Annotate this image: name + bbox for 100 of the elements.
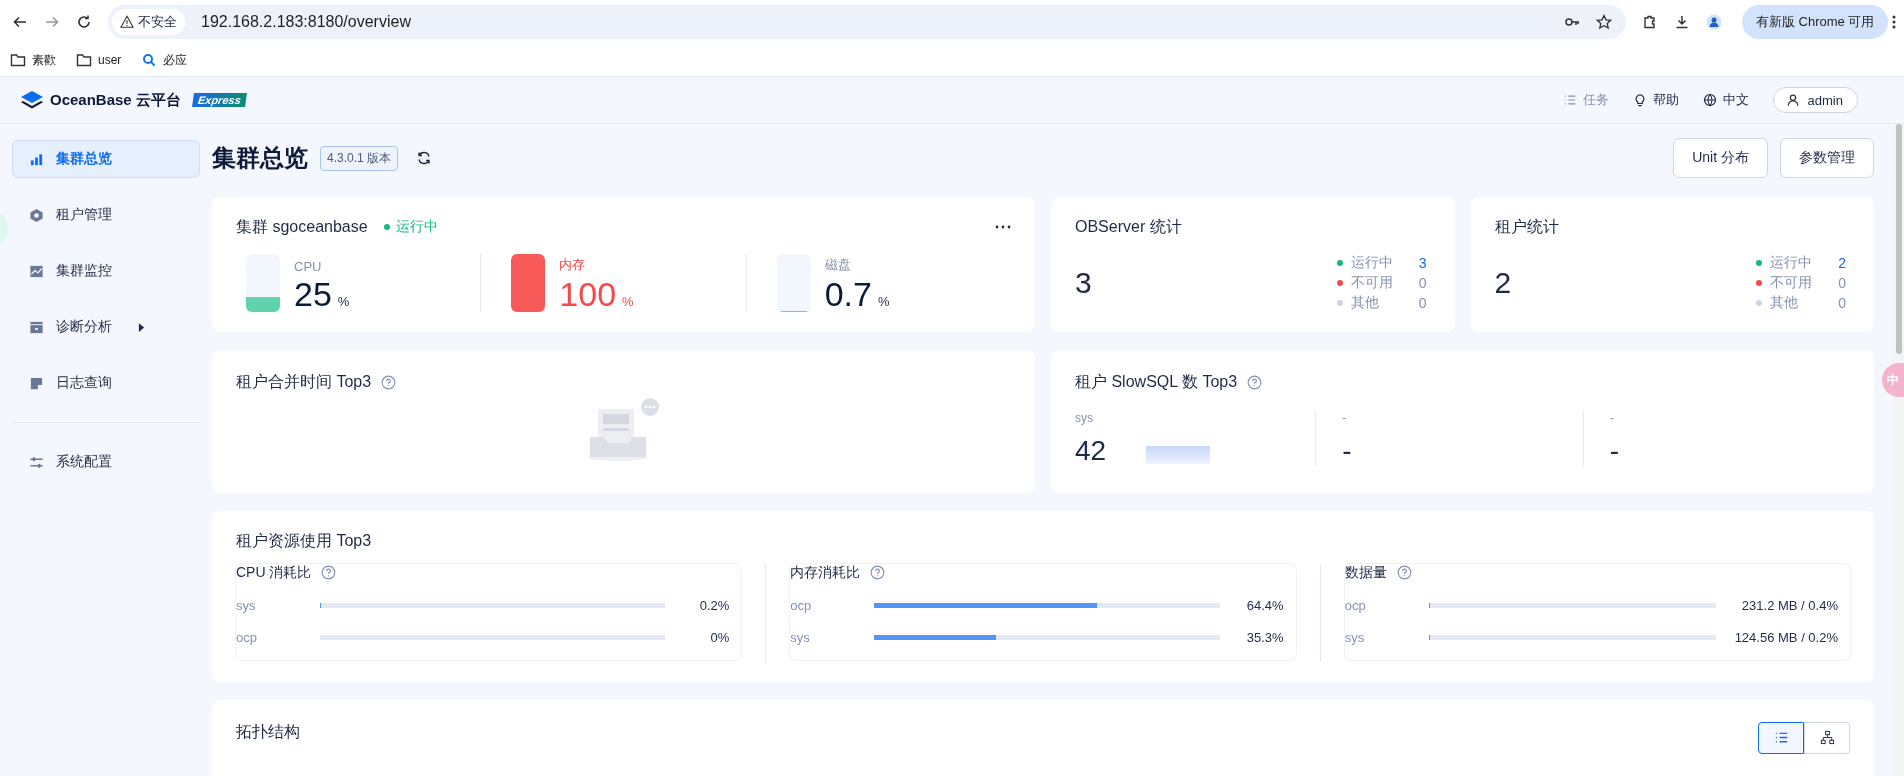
version-tag: 4.3.0.1 版本	[320, 145, 399, 171]
usage-reading: 231.2 MB / 0.4%	[1740, 598, 1838, 614]
back-icon[interactable]	[12, 14, 28, 30]
usage-reading: 124.56 MB / 0.2%	[1733, 630, 1838, 646]
legend-label: 运行中	[1770, 253, 1814, 272]
help-icon[interactable]	[870, 565, 886, 581]
logo-icon	[20, 90, 44, 110]
address-bar[interactable]: 不安全 192.168.2.183:8180/overview	[108, 5, 1626, 39]
slow-sql-count: -	[1609, 434, 1619, 467]
metric-label: CPU	[294, 258, 323, 274]
tenant-name: ocp	[1344, 598, 1367, 614]
view-toggle[interactable]	[1758, 722, 1804, 754]
menu-icon[interactable]	[1892, 14, 1897, 30]
sidebar-item[interactable]: 诊断分析	[12, 308, 200, 346]
profile-icon[interactable]	[1706, 14, 1722, 30]
metric-unit: %	[877, 293, 890, 309]
total-count: 2	[1494, 265, 1512, 300]
slow-sql-count: -	[1342, 434, 1352, 467]
help-icon[interactable]	[1396, 565, 1412, 581]
card-title: 租户统计	[1494, 216, 1560, 237]
forward-icon[interactable]	[44, 14, 60, 30]
globe-icon	[1702, 93, 1717, 107]
help-icon[interactable]	[1247, 374, 1263, 390]
legend-label: 不可用	[1350, 273, 1394, 292]
sliders-icon	[29, 454, 44, 470]
metric-value: 0.7	[824, 275, 872, 312]
header-link[interactable]: 帮助	[1632, 91, 1679, 109]
header-button[interactable]: Unit 分布	[1673, 138, 1768, 179]
url-text: 192.168.2.183:8180/overview	[201, 13, 412, 31]
legend-count: 0	[1838, 294, 1846, 311]
metric-value: 25	[294, 275, 332, 312]
brand-name: OceanBase 云平台	[50, 90, 181, 110]
legend-label: 其他	[1350, 293, 1380, 312]
bookmark[interactable]: 必应	[141, 51, 188, 69]
usage-reading: 0%	[709, 630, 730, 646]
folder-icon	[10, 52, 26, 68]
security-chip[interactable]: 不安全	[112, 9, 185, 35]
usage-reading: 0.2%	[698, 598, 730, 614]
card-title: 租户 SlowSQL 数 Top3	[1075, 371, 1238, 392]
help-icon[interactable]	[321, 565, 337, 581]
card-title: 租户资源使用 Top3	[236, 530, 373, 551]
panel-title: CPU 消耗比	[236, 563, 312, 582]
legend-count: 0	[1418, 294, 1427, 311]
card-title: 拓扑结构	[236, 722, 300, 742]
lightbulb-icon	[1632, 93, 1647, 107]
update-button[interactable]: 有新版 Chrome 可用	[1742, 5, 1889, 39]
page-title: 集群总览	[212, 143, 308, 174]
reload-icon[interactable]	[76, 14, 92, 30]
metric-unit: %	[622, 293, 634, 309]
star-icon[interactable]	[1596, 14, 1612, 30]
sidebar-item[interactable]: 系统配置	[12, 443, 200, 481]
panel-title: 数据量	[1344, 563, 1387, 582]
tenant-name: sys	[1075, 410, 1094, 425]
refresh-icon[interactable]	[416, 150, 433, 167]
help-icon[interactable]	[381, 374, 397, 390]
sidebar-item[interactable]: 集群监控	[12, 252, 200, 290]
line-chart-icon	[29, 263, 44, 279]
security-label: 不安全	[138, 13, 177, 31]
download-icon[interactable]	[1674, 14, 1690, 30]
bar-chart-icon	[29, 151, 44, 167]
legend-count: 2	[1838, 254, 1846, 271]
panel-title: 内存消耗比	[790, 563, 861, 582]
edition-badge: Express	[191, 93, 247, 107]
total-count: 3	[1075, 265, 1092, 300]
usage-reading: 64.4%	[1245, 598, 1284, 614]
scrollbar-thumb[interactable]	[1896, 124, 1902, 354]
slow-sql-count: 42	[1075, 434, 1107, 467]
metric-unit: %	[337, 293, 350, 309]
extensions-icon[interactable]	[1642, 14, 1658, 30]
usage-reading: 35.3%	[1245, 630, 1284, 646]
tenant-name: sys	[236, 598, 257, 614]
sidebar-item[interactable]: 日志查询	[12, 364, 200, 402]
card-title: 集群 sgoceanbase	[236, 216, 368, 237]
tenant-name: -	[1342, 410, 1348, 425]
legend-count: 0	[1418, 274, 1427, 291]
user-button[interactable]: admin	[1772, 87, 1858, 113]
tenant-name: sys	[1344, 630, 1366, 646]
status-text: 运行中	[395, 218, 438, 237]
legend-label: 其他	[1770, 293, 1800, 312]
bookmark[interactable]: user	[76, 52, 122, 68]
note-icon	[29, 375, 44, 391]
tenant-name: -	[1609, 410, 1615, 425]
legend-count: 3	[1418, 254, 1427, 271]
tenant-name: ocp	[790, 598, 813, 614]
header-link[interactable]: 中文	[1702, 91, 1749, 109]
tenant-name: ocp	[236, 630, 258, 646]
card-title: OBServer 统计	[1075, 216, 1183, 237]
bookmark[interactable]: 素歡	[10, 51, 56, 69]
sidebar-item[interactable]: 租户管理	[12, 196, 200, 234]
legend-count: 0	[1838, 274, 1846, 291]
toolbox-icon	[29, 319, 44, 335]
more-icon[interactable]	[995, 225, 1011, 230]
sidebar-item[interactable]: 集群总览	[12, 140, 200, 178]
search-icon	[141, 52, 158, 68]
metric-label: 内存	[559, 255, 587, 274]
header-button[interactable]: 参数管理	[1780, 138, 1874, 179]
folder-icon	[76, 52, 92, 68]
legend-label: 不可用	[1770, 273, 1814, 292]
tenant-name: sys	[790, 630, 811, 646]
list-icon	[1562, 93, 1577, 107]
